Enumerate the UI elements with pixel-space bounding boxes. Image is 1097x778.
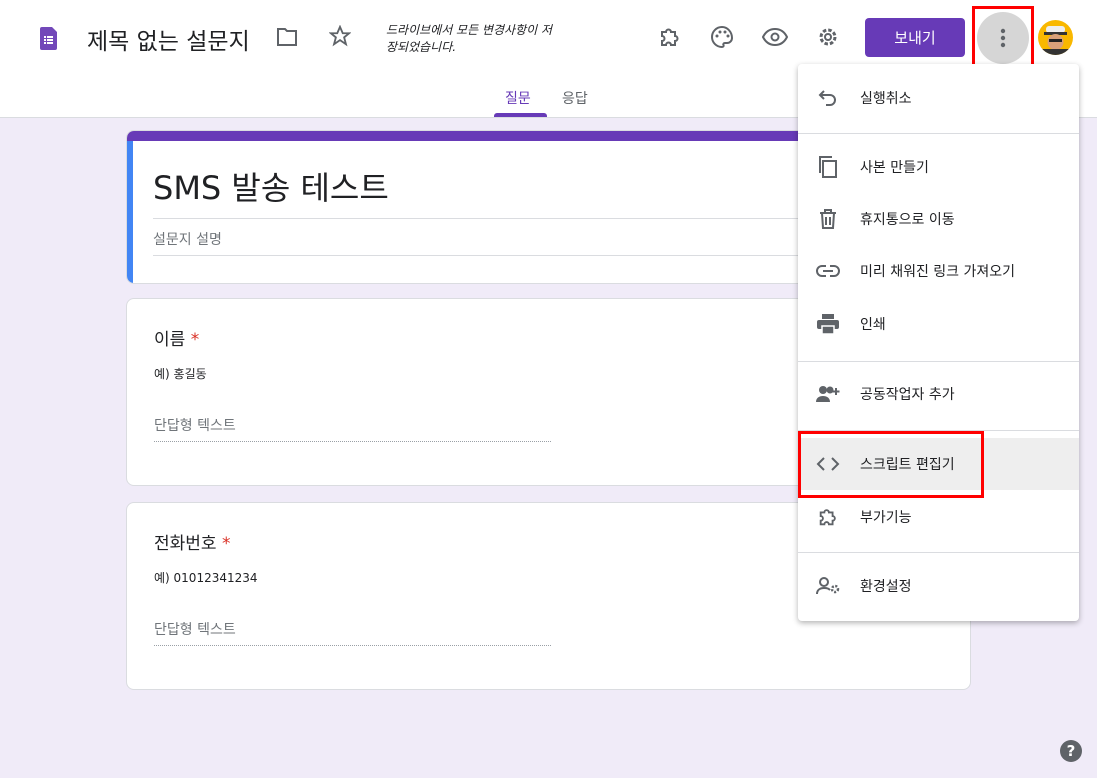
menu-item-label: 사본 만들기 (860, 160, 929, 176)
menu-item-label: 공동작업자 추가 (860, 387, 955, 403)
tab-questions[interactable]: 질문 (505, 88, 531, 108)
menu-item-label: 실행취소 (860, 91, 912, 107)
add-people-icon (798, 385, 858, 403)
addons-puzzle-icon[interactable] (656, 23, 684, 51)
tab-responses[interactable]: 응답 (562, 88, 588, 108)
link-icon (798, 265, 858, 277)
menu-item-move-to-trash[interactable]: 휴지통으로 이동 (798, 193, 1079, 245)
menu-divider (798, 552, 1079, 553)
menu-item-add-collaborators[interactable]: 공동작업자 추가 (798, 368, 1079, 420)
avatar[interactable] (1038, 20, 1073, 55)
tab-active-indicator (494, 113, 547, 117)
short-answer-input[interactable]: 단답형 텍스트 (154, 415, 551, 442)
menu-item-print[interactable]: 인쇄 (798, 298, 1079, 350)
menu-item-label: 미리 채워진 링크 가져오기 (860, 264, 1016, 280)
menu-divider (798, 133, 1079, 134)
menu-item-label: 부가기능 (860, 510, 912, 526)
highlight-box-script-editor (798, 431, 984, 498)
question-title-text: 이름 (154, 330, 186, 350)
help-icon[interactable]: ? (1060, 740, 1082, 762)
forms-logo-icon[interactable] (38, 26, 58, 50)
highlight-box-more (972, 6, 1034, 69)
required-asterisk: * (190, 330, 200, 350)
question-description: 예) 홍길동 (154, 367, 207, 381)
send-button[interactable]: 보내기 (865, 18, 965, 57)
menu-item-make-copy[interactable]: 사본 만들기 (798, 141, 1079, 193)
menu-item-label: 휴지통으로 이동 (860, 212, 955, 228)
settings-gear-icon[interactable] (814, 23, 842, 51)
question-title-text: 전화번호 (154, 534, 217, 554)
menu-item-label: 환경설정 (860, 579, 912, 595)
question-title: 이름 * (154, 325, 199, 350)
preview-eye-icon[interactable] (760, 23, 790, 51)
menu-item-preferences[interactable]: 환경설정 (798, 560, 1079, 612)
menu-item-undo[interactable]: 실행취소 (798, 72, 1079, 124)
question-description: 예) 01012341234 (154, 571, 258, 585)
palette-icon[interactable] (708, 23, 736, 51)
undo-icon (798, 90, 858, 106)
save-status: 드라이브에서 모든 변경사항이 저장되었습니다. (386, 23, 553, 54)
card-focus-bar (127, 141, 133, 283)
copy-icon (798, 156, 858, 178)
question-title: 전화번호 * (154, 529, 230, 554)
puzzle-icon (798, 506, 858, 528)
person-settings-icon (798, 577, 858, 595)
menu-item-prefilled-link[interactable]: 미리 채워진 링크 가져오기 (798, 245, 1079, 297)
required-asterisk: * (221, 534, 231, 554)
menu-item-addons[interactable]: 부가기능 (798, 491, 1079, 543)
short-answer-input[interactable]: 단답형 텍스트 (154, 619, 551, 646)
star-icon[interactable] (327, 23, 353, 49)
menu-divider (798, 361, 1079, 362)
print-icon (798, 314, 858, 334)
more-options-menu: 실행취소 사본 만들기 휴지통으로 이동 미리 채워진 링크 가져오기 인쇄 공… (798, 64, 1079, 621)
trash-icon (798, 209, 858, 229)
folder-icon[interactable] (274, 24, 300, 50)
document-title[interactable]: 제목 없는 설문지 (87, 22, 250, 56)
menu-item-label: 인쇄 (860, 317, 886, 333)
